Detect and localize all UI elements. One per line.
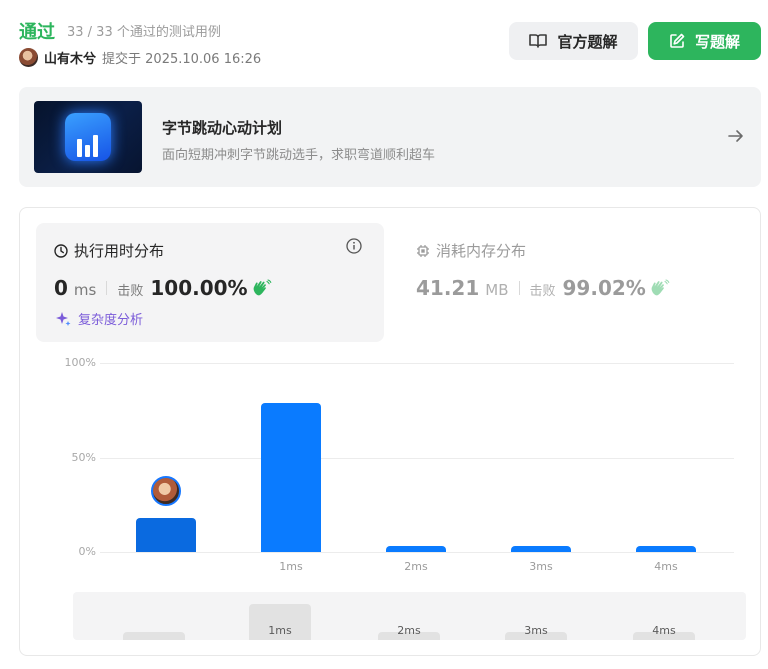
submit-time: 提交于 2025.10.06 16:26: [102, 51, 262, 67]
chart-bar[interactable]: [511, 546, 571, 552]
pass-count: 33 / 33 个通过的测试用例: [67, 25, 221, 40]
banner-subtitle: 面向短期冲刺字节跳动选手，求职弯道顺利超车: [162, 148, 436, 163]
runtime-beat-percent: 100.00%: [150, 276, 248, 300]
mini-chart-label: 4ms: [652, 624, 676, 637]
y-tick-label: 0%: [78, 545, 96, 558]
runtime-title: 执行用时分布: [54, 240, 164, 261]
memory-stat: 41.21 MB 击败 99.02%: [416, 276, 670, 300]
clock-icon: [54, 243, 68, 258]
y-tick-label: 100%: [64, 356, 96, 369]
submitter-row: 山有木兮 提交于 2025.10.06 16:26: [19, 47, 261, 67]
y-tick-label: 50%: [71, 450, 96, 464]
memory-unit: MB: [485, 281, 509, 299]
submission-status: 通过: [19, 22, 55, 43]
mini-chart-bar: [123, 631, 185, 640]
runtime-unit: ms: [73, 281, 97, 299]
runtime-value: 0: [54, 276, 68, 300]
banner-image: [34, 101, 142, 173]
clap-icon: [253, 279, 271, 296]
divider: [518, 281, 520, 295]
clap-icon: [651, 279, 670, 296]
divider: [106, 281, 108, 295]
arrow-right-icon[interactable]: [727, 127, 745, 145]
promo-banner[interactable]: 字节跳动心动计划 面向短期冲刺字节跳动选手，求职弯道顺利超车: [19, 87, 761, 187]
chart-bar[interactable]: [636, 546, 696, 552]
gridline: [100, 552, 734, 553]
runtime-panel[interactable]: 执行用时分布 0 ms 击败 100.00% 复杂度分析: [36, 223, 384, 342]
complexity-label: 复杂度分析: [78, 313, 144, 328]
book-open-icon: [529, 34, 548, 48]
mini-chart-label: 2ms: [397, 624, 421, 637]
runtime-beat-label: 击败: [117, 284, 144, 299]
mini-chart-label: 3ms: [524, 624, 548, 637]
user-name[interactable]: 山有木兮: [44, 48, 96, 67]
memory-value: 41.21: [416, 276, 480, 300]
chart-bar[interactable]: [261, 402, 321, 552]
x-tick-label: 4ms: [654, 560, 678, 573]
write-solution-label: 写题解: [694, 32, 740, 51]
write-solution-button[interactable]: 写题解: [648, 22, 761, 60]
stats-card: 执行用时分布 0 ms 击败 100.00% 复杂度分析 消耗内存分布 41.2…: [19, 207, 761, 656]
banner-title: 字节跳动心动计划: [162, 119, 283, 137]
avatar[interactable]: [19, 47, 38, 67]
official-solution-label: 官方题解: [557, 32, 618, 51]
gridline: [100, 457, 734, 459]
chart-overview-scroller[interactable]: 1ms 2ms 3ms 4ms: [73, 592, 746, 640]
info-icon[interactable]: [346, 238, 362, 254]
mini-chart-label: 1ms: [268, 624, 292, 637]
sparkle-icon: [56, 311, 71, 326]
gridline: [100, 363, 734, 364]
x-tick-label: 1ms: [279, 560, 303, 573]
chart-bar[interactable]: [386, 546, 446, 552]
memory-title-text: 消耗内存分布: [436, 242, 527, 260]
memory-title[interactable]: 消耗内存分布: [416, 240, 526, 261]
runtime-title-text: 执行用时分布: [74, 242, 165, 260]
runtime-stat: 0 ms 击败 100.00%: [54, 276, 272, 300]
memory-beat-percent: 99.02%: [562, 276, 646, 300]
chip-icon: [417, 244, 429, 257]
edit-icon: [670, 33, 685, 48]
x-tick-label: 3ms: [529, 560, 553, 573]
x-tick-label: 2ms: [404, 560, 428, 573]
chart-bar[interactable]: [136, 517, 196, 552]
my-submission-avatar[interactable]: [151, 476, 181, 506]
memory-beat-label: 击败: [529, 284, 556, 299]
complexity-analysis-link[interactable]: 复杂度分析: [54, 309, 143, 328]
official-solution-button[interactable]: 官方题解: [509, 22, 638, 60]
